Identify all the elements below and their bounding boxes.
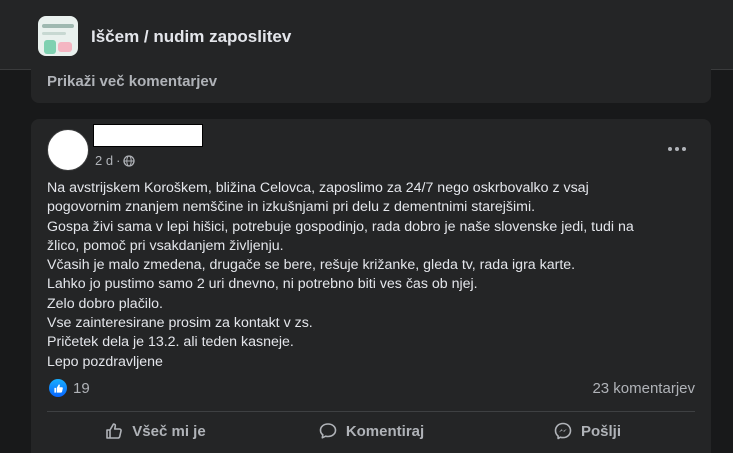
like-reaction-icon	[49, 379, 67, 397]
share-button[interactable]: Pošlji	[479, 413, 695, 449]
share-label: Pošlji	[580, 422, 621, 440]
globe-icon	[123, 154, 136, 167]
post-line: žlico, pomoč pri vsakdanjem življenju.	[47, 237, 284, 254]
actions-divider	[47, 411, 695, 412]
post-actions-bar: Všeč mi je Komentiraj Pošlji	[47, 413, 695, 449]
group-title[interactable]: Iščem / nudim zaposlitev	[91, 27, 291, 47]
post-line: Včasih je malo zmedena, drugače se bere,…	[47, 257, 576, 274]
post-meta: 2 d ·	[95, 153, 136, 168]
post-line: Vse zainteresirane prosim za kontakt v z…	[47, 315, 313, 332]
more-options-icon[interactable]	[667, 141, 687, 157]
group-thumbnail[interactable]	[38, 16, 78, 56]
post-line: Gospa živi sama v lepi hišici, potrebuje…	[47, 218, 634, 235]
reactions-summary[interactable]: 19	[49, 379, 90, 397]
post-line: Zelo dobro plačilo.	[47, 295, 163, 312]
author-avatar[interactable]	[47, 129, 89, 171]
author-name-redacted[interactable]	[93, 124, 203, 147]
post-body: Na avstrijskem Koroškem, bližina Celovca…	[47, 179, 697, 372]
comment-bubble-icon	[319, 423, 337, 439]
thumbs-up-icon	[106, 423, 123, 439]
post-line: Lepo pozdravljene	[47, 353, 163, 370]
comment-count-link[interactable]: 23 komentarjev	[592, 380, 695, 397]
like-button[interactable]: Všeč mi je	[47, 413, 263, 449]
post-line: Pričetek dela je 13.2. ali teden kasneje…	[47, 334, 294, 351]
messenger-icon	[554, 422, 572, 440]
post-line: Lahko jo pustimo samo 2 uri dnevno, ni p…	[47, 276, 478, 293]
view-more-comments-link[interactable]: Prikaži več komentarjev	[47, 73, 217, 90]
post-timestamp[interactable]: 2 d	[95, 153, 113, 168]
meta-separator: ·	[116, 153, 121, 168]
previous-post-card: Prikaži več komentarjev	[31, 60, 711, 103]
post-line: Na avstrijskem Koroškem, bližina Celovca…	[47, 180, 589, 196]
comment-label: Komentiraj	[345, 422, 425, 440]
post-card: 2 d · Na avstrijskem Koroškem, bližina C…	[31, 119, 711, 453]
comment-button[interactable]: Komentiraj	[263, 413, 479, 449]
like-label: Všeč mi je	[132, 422, 206, 440]
post-line: pogovornim znanjem nemščine in izkušnjam…	[47, 199, 536, 216]
reaction-count: 19	[73, 379, 90, 397]
